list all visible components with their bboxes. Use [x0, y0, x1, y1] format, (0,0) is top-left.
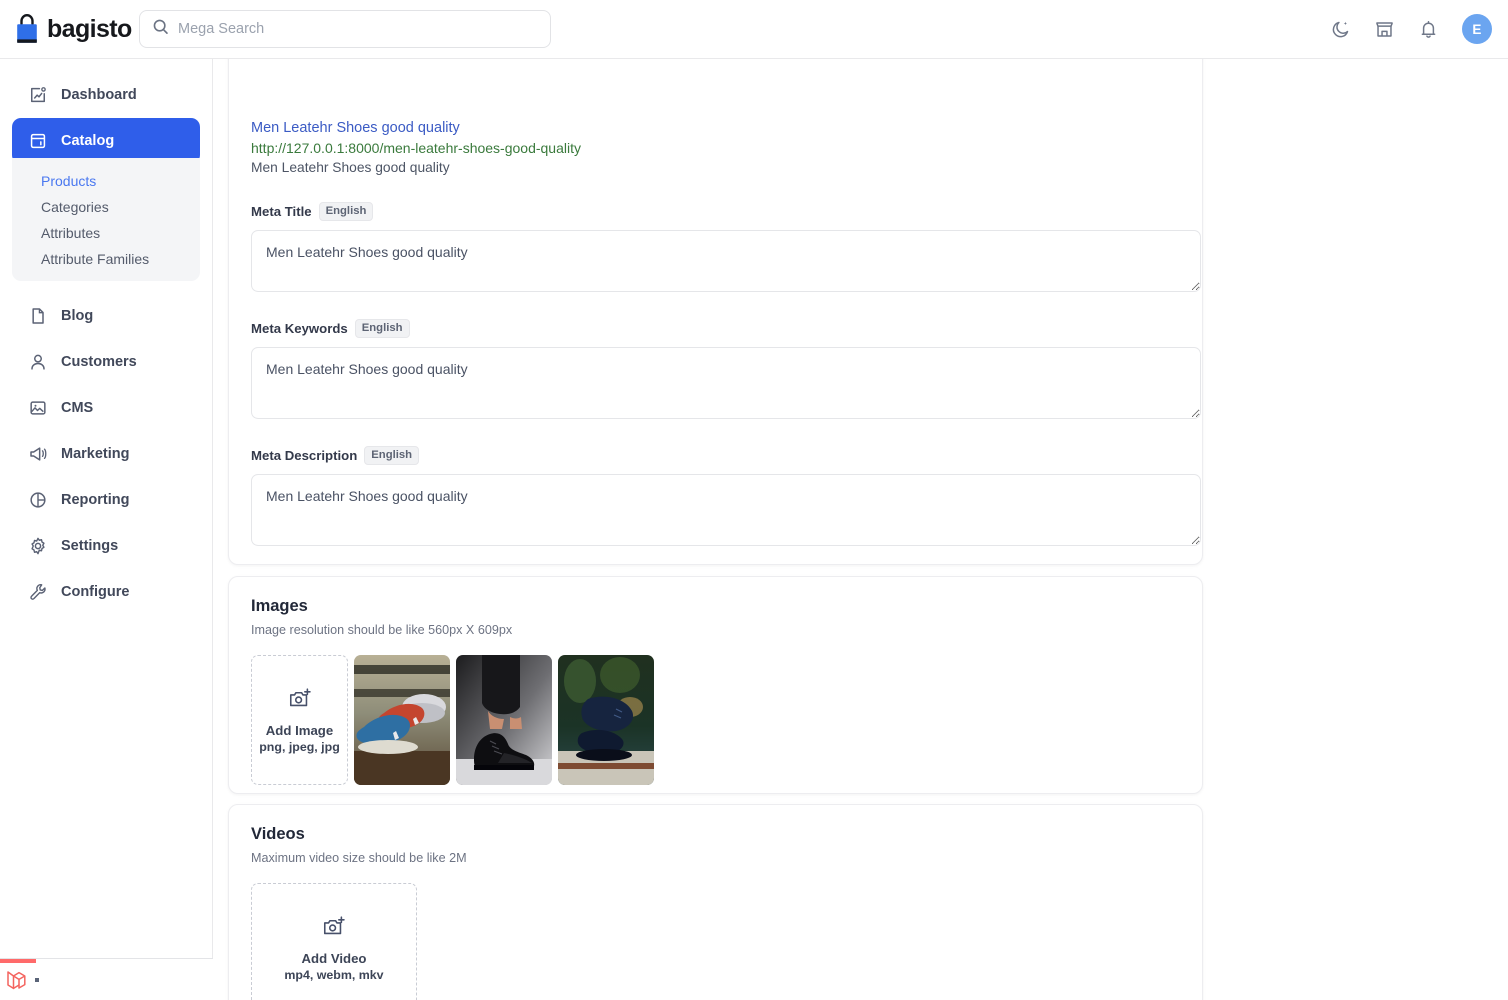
wrench-icon [27, 582, 48, 603]
field-label: Meta Description [251, 448, 358, 463]
meta-description-input[interactable] [251, 474, 1201, 546]
images-card: Images Image resolution should be like 5… [228, 576, 1203, 794]
laravel-logo-icon[interactable] [5, 967, 29, 998]
dashboard-chart-icon [27, 85, 48, 106]
product-image-thumbnail[interactable] [558, 655, 654, 785]
add-video-formats: mp4, webm, mkv [284, 968, 384, 982]
locale-badge: English [318, 202, 374, 221]
sidebar-item-configure[interactable]: Configure [12, 569, 200, 615]
mega-search-box[interactable] [139, 10, 551, 48]
page-icon [27, 306, 48, 327]
main-content-area: Men Leatehr Shoes good quality http://12… [213, 59, 1508, 1000]
sidebar-item-label: Dashboard [61, 87, 137, 103]
megaphone-icon [27, 444, 48, 465]
laravel-debugbar [0, 958, 213, 1000]
videos-section-title: Videos [251, 825, 305, 843]
sidebar-item-label: Marketing [61, 446, 130, 462]
user-icon [27, 352, 48, 373]
meta-title-field: Meta Title English [251, 202, 1201, 292]
gear-icon [27, 536, 48, 557]
field-label: Meta Title [251, 204, 312, 219]
add-photo-icon [322, 915, 346, 944]
meta-keywords-input[interactable] [251, 347, 1201, 419]
meta-title-label-row: Meta Title English [251, 202, 1180, 221]
meta-description-label-row: Meta Description English [251, 446, 1180, 465]
brand-logo[interactable]: bagisto [14, 13, 132, 45]
sidebar-subitem-products[interactable]: Products [12, 168, 200, 194]
product-image-thumbnail[interactable] [354, 655, 450, 785]
pie-chart-icon [27, 490, 48, 511]
shopping-bag-icon [14, 13, 40, 45]
add-image-label: Add Image [265, 722, 334, 738]
sidebar-item-label: Customers [61, 354, 137, 370]
debugbar-indicator [35, 978, 39, 982]
images-section-title: Images [251, 597, 308, 615]
meta-title-input[interactable] [251, 230, 1201, 292]
avatar[interactable]: E [1462, 14, 1492, 44]
search-input[interactable] [178, 11, 538, 47]
seo-preview-url[interactable]: http://127.0.0.1:8000/men-leatehr-shoes-… [251, 140, 1180, 156]
catalog-window-icon [27, 131, 48, 152]
add-image-formats: png, jpeg, jpg [259, 739, 340, 754]
meta-keywords-field: Meta Keywords English [251, 319, 1201, 419]
debugbar-accent-strip [0, 959, 36, 963]
seo-card: Men Leatehr Shoes good quality http://12… [228, 59, 1203, 565]
sidebar-item-label: Reporting [61, 492, 130, 508]
add-video-label: Add Video [301, 951, 367, 966]
sidebar-subitem-categories[interactable]: Categories [12, 194, 200, 220]
sidebar-item-label: CMS [61, 400, 94, 416]
bell-icon[interactable] [1418, 19, 1439, 40]
product-image-thumbnail[interactable] [456, 655, 552, 785]
sidebar-item-cms[interactable]: CMS [12, 385, 200, 431]
brand-name: bagisto [47, 14, 132, 43]
top-header-bar: bagisto Mega Search E [0, 0, 1508, 59]
sidebar-item-blog[interactable]: Blog [12, 293, 200, 339]
sidebar-item-label: Settings [61, 538, 119, 554]
header-actions: E [1330, 14, 1492, 44]
add-image-dropzone[interactable]: Add Image png, jpeg, jpg [251, 655, 348, 785]
sidebar-item-settings[interactable]: Settings [12, 523, 200, 569]
field-label: Meta Keywords [251, 321, 348, 336]
meta-keywords-label-row: Meta Keywords English [251, 319, 1180, 338]
sidebar-item-dashboard[interactable]: Dashboard [12, 72, 200, 118]
store-icon[interactable] [1374, 19, 1395, 40]
seo-preview-description: Men Leatehr Shoes good quality [251, 160, 450, 175]
sidebar-subitem-attributes[interactable]: Attributes [12, 220, 200, 246]
sidebar-subitem-attribute-families[interactable]: Attribute Families [12, 246, 200, 272]
videos-size-hint: Maximum video size should be like 2M [251, 851, 467, 865]
main-sidebar: Dashboard Catalog Products Categories At… [0, 59, 213, 1000]
images-resolution-hint: Image resolution should be like 560px X … [251, 623, 513, 637]
meta-description-field: Meta Description English [251, 446, 1201, 546]
search-icon [152, 18, 169, 40]
moon-icon[interactable] [1330, 19, 1351, 40]
sidebar-item-marketing[interactable]: Marketing [12, 431, 200, 477]
seo-preview-title[interactable]: Men Leatehr Shoes good quality [251, 120, 1180, 136]
sidebar-item-reporting[interactable]: Reporting [12, 477, 200, 523]
add-photo-icon [288, 687, 312, 716]
sidebar-item-label: Catalog [61, 133, 115, 149]
search-engine-preview: Men Leatehr Shoes good quality http://12… [251, 59, 1180, 175]
videos-card: Videos Maximum video size should be like… [228, 804, 1203, 1000]
sidebar-item-label: Configure [61, 584, 130, 600]
locale-badge: English [364, 446, 420, 465]
images-thumbnail-row: Add Image png, jpeg, jpg [251, 655, 1180, 785]
image-frame-icon [27, 398, 48, 419]
add-video-dropzone[interactable]: Add Video mp4, webm, mkv [251, 883, 417, 1000]
sidebar-item-label: Blog [61, 308, 94, 324]
locale-badge: English [354, 319, 410, 338]
sidebar-item-customers[interactable]: Customers [12, 339, 200, 385]
catalog-submenu: Products Categories Attributes Attribute… [12, 158, 200, 281]
